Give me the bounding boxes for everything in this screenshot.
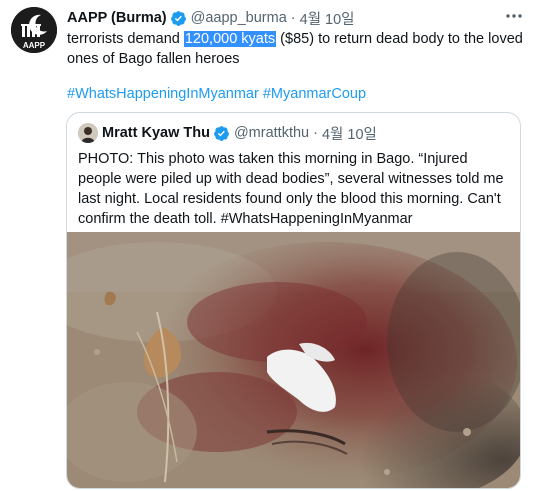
quoted-tweet-header: Mratt Kyaw Thu @mrattkthu · 4월 10일 [102,122,377,144]
quoted-tweet-date: 4월 10일 [321,126,377,143]
hashtag-myanmarcoup[interactable]: #MyanmarCoup [263,86,366,102]
author-name[interactable]: AAPP (Burma) [67,10,167,26]
selected-text: 120,000 kyats [183,31,277,47]
tweet-text: terrorists demand 120,000 kyats ($85) to… [67,29,527,69]
aapp-logo-icon: AAPP [11,7,57,53]
svg-text:AAPP: AAPP [23,41,46,50]
quoted-author-handle: @mrattkthu [233,125,310,141]
tweet-text-start: terrorists demand [67,31,184,47]
quoted-tweet-photo[interactable] [67,232,520,489]
verified-badge-icon [170,10,186,26]
quoted-tweet-text: PHOTO: This photo was taken this morning… [78,151,504,227]
verified-badge-icon [214,125,229,141]
quoted-author-name: Mratt Kyaw Thu [102,125,210,141]
tweet-card[interactable]: AAPP AAPP (Burma) @aapp_burma · 4월 10일 t… [0,0,536,491]
separator-dot: · [290,10,296,26]
hashtag-whatshappeninginmyanmar[interactable]: #WhatsHappeningInMyanmar [67,86,259,102]
aapp-avatar[interactable]: AAPP [11,7,57,53]
author-handle[interactable]: @aapp_burma [191,10,287,26]
more-options-icon[interactable] [503,7,525,25]
quoted-tweet[interactable]: Mratt Kyaw Thu @mrattkthu · 4월 10일 PHOTO… [66,112,521,489]
tweet-date[interactable]: 4월 10일 [300,8,355,29]
hashtag-line: #WhatsHappeningInMyanmar #MyanmarCoup [67,84,366,104]
quoted-author-avatar [78,123,98,143]
tweet-header: AAPP (Burma) @aapp_burma · 4월 10일 [67,8,355,28]
separator-dot: · [313,125,318,141]
